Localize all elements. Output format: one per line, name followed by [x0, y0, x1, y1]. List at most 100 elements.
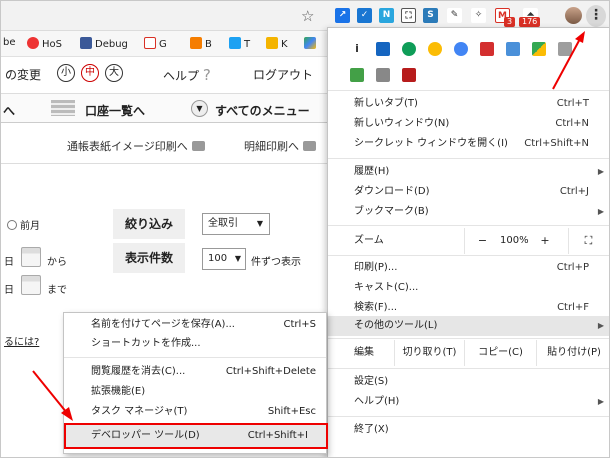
chevron-down-icon: ▼: [234, 254, 241, 263]
main-navigation: へ 口座一覧へ ▼ すべてのメニュー: [1, 93, 331, 123]
nav-back-item[interactable]: へ: [3, 102, 15, 119]
menu-separator: [328, 368, 609, 369]
pdf-icon[interactable]: [402, 68, 416, 82]
extension-red-icon[interactable]: [480, 42, 494, 56]
extension-multi-icon[interactable]: [532, 42, 546, 56]
menu-incognito[interactable]: シークレット ウィンドウを開く(I) Ctrl+Shift+N: [328, 134, 609, 154]
chevron-right-icon: ▶: [597, 207, 604, 216]
submenu-extensions[interactable]: 拡張機能(E): [64, 382, 326, 402]
fullscreen-icon[interactable]: ⛶: [568, 228, 608, 254]
menu-new-window[interactable]: 新しいウィンドウ(N) Ctrl+N: [328, 114, 609, 134]
bookmark-item[interactable]: HoS: [27, 37, 62, 50]
cut-button[interactable]: 切り取り(T): [394, 340, 464, 366]
radio-icon: [7, 220, 17, 230]
menu-separator: [328, 158, 609, 159]
passbook-print-link[interactable]: 通帳表紙イメージ印刷へ: [67, 138, 205, 154]
account-list-link[interactable]: 口座一覧へ: [85, 102, 145, 119]
narrow-label: 絞り込み: [113, 209, 185, 239]
copy-button[interactable]: コピー(C): [464, 340, 536, 366]
paste-button[interactable]: 貼り付け(P): [536, 340, 609, 366]
drive-icon[interactable]: [376, 68, 390, 82]
menu-separator: [328, 416, 609, 417]
font-size-medium-button[interactable]: 中: [81, 64, 99, 82]
menu-separator: [328, 225, 609, 226]
eyedropper-icon[interactable]: ✎: [447, 8, 462, 23]
menu-separator: [328, 255, 609, 256]
menu-edit-row: 編集 切り取り(T) コピー(C) 貼り付け(P): [328, 340, 609, 366]
evernote-icon[interactable]: [402, 42, 416, 56]
zoom-in-button[interactable]: +: [532, 228, 558, 254]
bookmark-item[interactable]: be: [3, 37, 16, 48]
from-day-label: 日: [4, 257, 14, 268]
submenu-save-page[interactable]: 名前を付けてページを保存(A)... Ctrl+S: [64, 315, 326, 335]
account-list-icon: [51, 100, 75, 116]
extension-bar-icon[interactable]: [376, 42, 390, 56]
bookmark-item[interactable]: [304, 37, 319, 50]
annotation-arrow-icon: [32, 370, 73, 421]
count-select[interactable]: 100 ▼: [202, 248, 246, 270]
menu-more-tools[interactable]: その他のツール(L) ▶: [328, 316, 609, 336]
bookmarks-bar: be HoS Debug G B T K: [1, 31, 331, 57]
zoom-label: ズーム: [354, 235, 384, 246]
extension-chart-icon[interactable]: ✓: [357, 8, 372, 23]
translate-icon[interactable]: [506, 42, 520, 56]
font-size-small-button[interactable]: 小: [57, 64, 75, 82]
calendar-icon[interactable]: [21, 275, 41, 295]
bookmark-item[interactable]: Debug: [80, 37, 128, 50]
logout-link[interactable]: ログアウト: [253, 66, 313, 83]
calendar-icon[interactable]: [21, 247, 41, 267]
menu-new-tab[interactable]: 新しいタブ(T) Ctrl+T: [328, 94, 609, 114]
bookmark-star-icon[interactable]: ☆: [301, 7, 314, 25]
chrome-menu-button[interactable]: ⋮: [586, 5, 606, 27]
submenu-create-shortcut[interactable]: ショートカットを作成...: [64, 334, 326, 354]
bookmark-item[interactable]: B: [190, 37, 212, 50]
submenu-developer-tools[interactable]: デベロッパー ツール(D) Ctrl+Shift+I: [64, 423, 328, 449]
menu-zoom-row: ズーム − 100% + ⛶: [328, 228, 609, 254]
menu-bookmarks[interactable]: ブックマーク(B) ▶: [328, 202, 609, 222]
extension-g-icon[interactable]: [454, 42, 468, 56]
extension-arrow-icon[interactable]: ↗: [335, 8, 350, 23]
submenu-clear-history[interactable]: 閲覧履歴を消去(C)... Ctrl+Shift+Delete: [64, 362, 326, 382]
menu-print[interactable]: 印刷(P)... Ctrl+P: [328, 258, 609, 278]
facebook-icon: [80, 37, 92, 49]
help-link-partial[interactable]: るには?: [4, 333, 39, 348]
all-menu-link[interactable]: すべてのメニュー: [215, 102, 310, 119]
menu-history[interactable]: 履歴(H) ▶: [328, 162, 609, 182]
info-icon[interactable]: i: [350, 42, 364, 56]
menu-separator: [328, 338, 609, 339]
display-change-label: の変更: [5, 68, 42, 82]
narrow-select[interactable]: 全取引 ▼: [202, 213, 270, 235]
statement-print-link[interactable]: 明細印刷へ: [244, 138, 316, 154]
bookmark-k-icon: [266, 37, 278, 49]
from-label: から: [47, 257, 67, 268]
bookmark-item[interactable]: G: [144, 37, 167, 50]
to-day-label: 日: [4, 285, 14, 296]
extension-circle-icon[interactable]: [428, 42, 442, 56]
chevron-right-icon: ▶: [597, 397, 604, 406]
profile-avatar[interactable]: [565, 7, 582, 24]
edit-label: 編集: [354, 347, 374, 358]
help-link[interactable]: ヘルプ ?: [163, 66, 211, 84]
menu-cast[interactable]: キャスト(C)...: [328, 278, 609, 298]
bookmark-item[interactable]: K: [266, 37, 288, 50]
extension-screenshot-icon[interactable]: ⛶: [401, 8, 416, 23]
chevron-right-icon: ▶: [597, 167, 604, 176]
prev-month-radio[interactable]: 前月: [7, 217, 40, 232]
extension-reader-icon[interactable]: N: [379, 8, 394, 23]
printer-icon: [303, 141, 316, 151]
blogger-icon: [190, 37, 202, 49]
print-navigation: 通帳表紙イメージ印刷へ 明細印刷へ: [1, 124, 331, 164]
menu-find[interactable]: 検索(F)... Ctrl+F: [328, 298, 609, 318]
zoom-out-button[interactable]: −: [464, 228, 500, 254]
menu-help[interactable]: ヘルプ(H) ▶: [328, 392, 609, 412]
extension-s-icon[interactable]: S: [423, 8, 438, 23]
extension-download-icon[interactable]: [350, 68, 364, 82]
menu-exit[interactable]: 終了(X): [328, 420, 609, 440]
submenu-task-manager[interactable]: タスク マネージャ(T) Shift+Esc: [64, 402, 326, 422]
menu-downloads[interactable]: ダウンロード(D) Ctrl+J: [328, 182, 609, 202]
menu-settings[interactable]: 設定(S): [328, 372, 609, 392]
font-size-large-button[interactable]: 大: [105, 64, 123, 82]
bookmark-item[interactable]: T: [229, 37, 250, 50]
maps-icon: [304, 37, 316, 49]
extension-tool-icon[interactable]: ✧: [471, 8, 486, 23]
